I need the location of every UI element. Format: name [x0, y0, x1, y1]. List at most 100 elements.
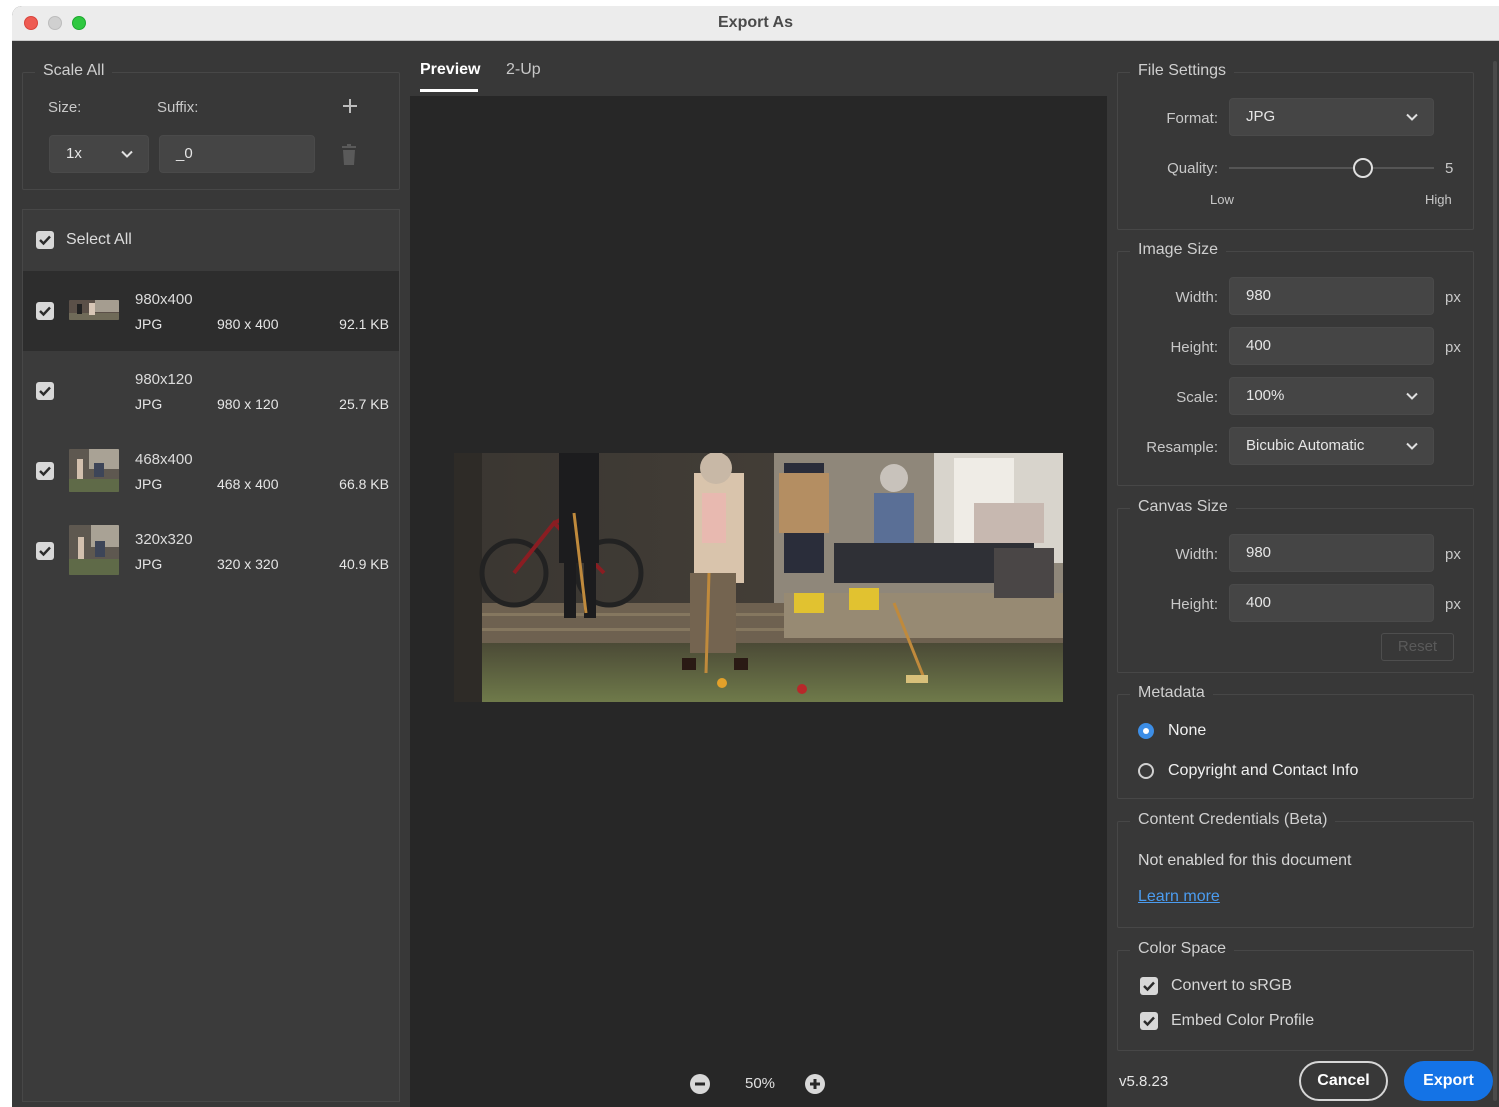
- dialog-content: Scale All Size: Suffix: 1x _0 Select All…: [12, 41, 1499, 1107]
- quality-label: Quality:: [1167, 160, 1218, 177]
- format-dropdown-value: JPG: [1246, 108, 1276, 125]
- format-label: Format:: [1166, 110, 1218, 127]
- asset-thumbnail: [69, 525, 119, 575]
- minus-circle-icon: [690, 1074, 710, 1094]
- metadata-group: Metadata None Copyright and Contact Info: [1117, 684, 1474, 799]
- image-width-unit: px: [1445, 289, 1461, 306]
- preview-canvas[interactable]: 50%: [410, 96, 1107, 1107]
- asset-filesize: 66.8 KB: [339, 476, 389, 492]
- suffix-input[interactable]: _0: [159, 135, 315, 173]
- asset-format: JPG: [135, 316, 163, 332]
- checkmark-icon: [39, 306, 51, 317]
- image-height-unit: px: [1445, 339, 1461, 356]
- size-dropdown[interactable]: 1x: [49, 135, 149, 173]
- zoom-in-button[interactable]: [805, 1074, 825, 1094]
- content-credentials-status: Not enabled for this document: [1138, 852, 1352, 869]
- preview-image: [454, 453, 1063, 702]
- metadata-copyright-radio[interactable]: [1138, 763, 1154, 779]
- select-all-label: Select All: [66, 231, 132, 248]
- version-label: v5.8.23: [1119, 1073, 1169, 1090]
- asset-thumbnail: [69, 449, 119, 492]
- window-title: Export As: [718, 14, 793, 31]
- plus-icon: [343, 99, 357, 113]
- color-space-group: Color Space Convert to sRGB Embed Color …: [1117, 940, 1474, 1051]
- export-button[interactable]: Export: [1404, 1061, 1493, 1101]
- image-width-input[interactable]: 980: [1229, 277, 1434, 315]
- canvas-height-input[interactable]: 400: [1229, 584, 1434, 622]
- scale-dropdown[interactable]: 100%: [1229, 377, 1434, 415]
- reset-button[interactable]: Reset: [1381, 633, 1454, 661]
- preview-tabs: Preview 2-Up: [410, 41, 1107, 96]
- scale-dropdown-value: 100%: [1246, 387, 1285, 404]
- asset-format: JPG: [135, 476, 163, 492]
- convert-srgb-checkbox[interactable]: [1140, 977, 1158, 995]
- delete-scale-button[interactable]: [339, 144, 359, 166]
- resample-dropdown[interactable]: Bicubic Automatic: [1229, 427, 1434, 465]
- asset-filesize: 40.9 KB: [339, 556, 389, 572]
- image-height-value: 400: [1246, 337, 1272, 354]
- metadata-option-none[interactable]: None: [1138, 721, 1438, 743]
- canvas-height-label: Height:: [1170, 596, 1218, 613]
- quality-slider-knob[interactable]: [1352, 158, 1373, 178]
- asset-thumbnail: [69, 300, 119, 320]
- checkmark-icon: [39, 546, 51, 557]
- embed-profile-checkbox[interactable]: [1140, 1012, 1158, 1030]
- asset-name: 980x400: [135, 291, 193, 308]
- right-panel-scrollbar[interactable]: [1491, 61, 1499, 1101]
- convert-srgb-option[interactable]: Convert to sRGB: [1140, 976, 1440, 998]
- metadata-copyright-label: Copyright and Contact Info: [1168, 762, 1359, 779]
- learn-more-link[interactable]: Learn more: [1138, 888, 1220, 906]
- quality-high-label: High: [1425, 192, 1452, 207]
- checkmark-icon: [1143, 1016, 1155, 1027]
- asset-list-item[interactable]: 980x400 JPG 980 x 400 92.1 KB: [23, 271, 399, 351]
- metadata-none-radio[interactable]: [1138, 723, 1154, 739]
- canvas-width-value: 980: [1246, 544, 1272, 561]
- cancel-button[interactable]: Cancel: [1299, 1061, 1388, 1101]
- quality-slider[interactable]: [1229, 155, 1434, 181]
- asset-format: JPG: [135, 396, 163, 412]
- add-scale-button[interactable]: [339, 95, 361, 117]
- asset-filesize: 25.7 KB: [339, 396, 389, 412]
- asset-list: Select All 980x400 JPG 980 x 400 92.1 KB: [22, 209, 400, 1102]
- select-all-row[interactable]: Select All: [23, 210, 399, 270]
- convert-srgb-label: Convert to sRGB: [1171, 977, 1292, 994]
- tab-preview[interactable]: Preview: [420, 61, 480, 79]
- content-credentials-group: Content Credentials (Beta) Not enabled f…: [1117, 811, 1474, 928]
- asset-name: 468x400: [135, 451, 193, 468]
- plus-circle-icon: [805, 1074, 825, 1094]
- asset-list-item[interactable]: 320x320 JPG 320 x 320 40.9 KB: [23, 511, 399, 591]
- resample-dropdown-value: Bicubic Automatic: [1246, 437, 1365, 454]
- zoom-out-button[interactable]: [690, 1074, 710, 1094]
- image-size-title: Image Size: [1130, 241, 1227, 259]
- select-all-checkbox[interactable]: [36, 231, 54, 249]
- quality-low-label: Low: [1210, 192, 1234, 207]
- asset-format: JPG: [135, 556, 163, 572]
- canvas-width-label: Width:: [1175, 546, 1218, 563]
- canvas-size-group: Canvas Size Width: 980 px Height: 400 px…: [1117, 498, 1474, 673]
- tab-2-up[interactable]: 2-Up: [506, 61, 541, 79]
- color-space-title: Color Space: [1130, 940, 1235, 958]
- asset-dimensions: 980 x 120: [217, 396, 279, 412]
- asset-dimensions: 468 x 400: [217, 476, 279, 492]
- asset-list-item[interactable]: 980x120 JPG 980 x 120 25.7 KB: [23, 351, 399, 431]
- scale-all-title: Scale All: [35, 62, 113, 80]
- content-credentials-title: Content Credentials (Beta): [1130, 811, 1336, 829]
- embed-profile-label: Embed Color Profile: [1171, 1012, 1315, 1029]
- asset-checkbox[interactable]: [36, 462, 54, 480]
- image-width-label: Width:: [1175, 289, 1218, 306]
- format-dropdown[interactable]: JPG: [1229, 98, 1434, 136]
- chevron-down-icon: [121, 150, 133, 158]
- suffix-input-value: _0: [176, 145, 193, 162]
- asset-checkbox[interactable]: [36, 542, 54, 560]
- scale-label: Scale:: [1176, 389, 1218, 406]
- metadata-option-copyright[interactable]: Copyright and Contact Info: [1138, 761, 1438, 783]
- embed-profile-option[interactable]: Embed Color Profile: [1140, 1011, 1440, 1033]
- canvas-height-value: 400: [1246, 594, 1272, 611]
- asset-checkbox[interactable]: [36, 382, 54, 400]
- zoom-level: 50%: [744, 1075, 776, 1092]
- image-height-input[interactable]: 400: [1229, 327, 1434, 365]
- asset-checkbox[interactable]: [36, 302, 54, 320]
- canvas-width-input[interactable]: 980: [1229, 534, 1434, 572]
- asset-list-item[interactable]: 468x400 JPG 468 x 400 66.8 KB: [23, 431, 399, 511]
- image-height-label: Height:: [1170, 339, 1218, 356]
